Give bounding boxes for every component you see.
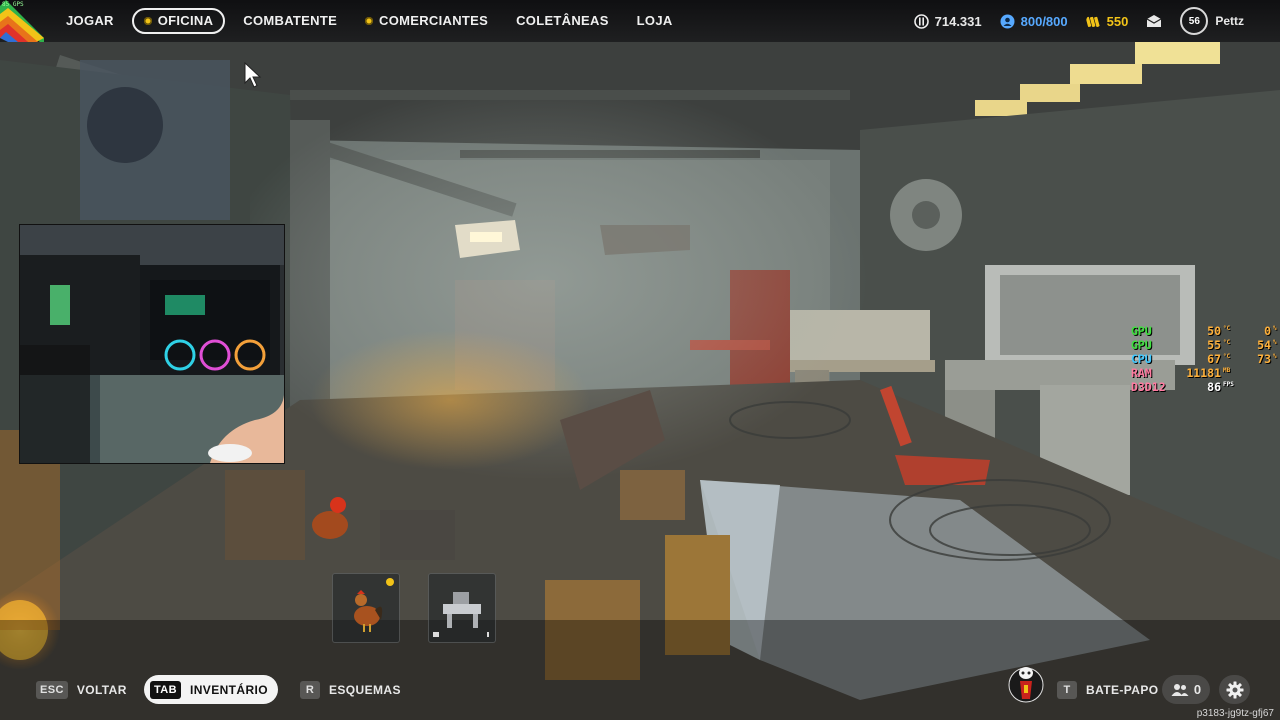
- multibucks-counter[interactable]: 714.331: [913, 13, 982, 29]
- workshop-tokens-counter[interactable]: 800/800: [1000, 14, 1068, 29]
- coins-counter[interactable]: 550: [1085, 13, 1129, 29]
- webcam-feed: [20, 225, 284, 463]
- hw-value: 11181: [1186, 366, 1221, 380]
- coins-icon: [1085, 16, 1100, 27]
- hw-label: RAM: [1131, 366, 1152, 380]
- friends-icon: [1171, 683, 1189, 696]
- nav-loja[interactable]: LOJA: [623, 8, 687, 34]
- hw-unit: %: [1273, 325, 1277, 332]
- key-hint: T: [1057, 681, 1077, 699]
- nav-coletaneas[interactable]: COLETÂNEAS: [502, 8, 623, 34]
- hw-unit: %: [1273, 339, 1277, 346]
- player-level-badge: 56: [1180, 7, 1209, 35]
- nav-comerciantes[interactable]: COMERCIANTES: [351, 8, 502, 34]
- friends-button[interactable]: 0: [1162, 675, 1210, 704]
- notification-dot-icon: [365, 17, 374, 25]
- key-hint: ESC: [36, 681, 68, 699]
- hw-label: GPU: [1131, 324, 1152, 338]
- hw-unit: MB: [1223, 367, 1231, 374]
- schemes-button[interactable]: R ESQUEMAS: [300, 681, 401, 699]
- hw-value: 54: [1257, 338, 1271, 352]
- top-navigation-bar: 85 GPS JOGAR OFICINA COMBATENTE COMERCIA…: [0, 0, 1280, 42]
- hw-unit: °C: [1223, 353, 1231, 360]
- rooster-item-icon: [354, 578, 394, 632]
- player-name: Pettz: [1215, 14, 1244, 28]
- item-slot-workbench[interactable]: [428, 573, 496, 643]
- main-nav: JOGAR OFICINA COMBATENTE COMERCIANTES CO…: [52, 8, 687, 34]
- currency-panel: 714.331 800/800 550 56 Pettz: [913, 0, 1280, 42]
- hw-value: 0: [1264, 324, 1271, 338]
- hw-unit: °C: [1223, 339, 1231, 346]
- player-level: 56: [1188, 15, 1200, 27]
- hw-row-gpu1: GPU 50 °C 0 %: [1131, 324, 1280, 338]
- key-hint: TAB: [150, 680, 181, 699]
- nav-label: OFICINA: [157, 13, 214, 28]
- workshop-token-icon: [1000, 14, 1015, 28]
- nav-label: COMBATENTE: [243, 13, 338, 28]
- mail-icon: [1147, 15, 1162, 27]
- settings-button[interactable]: [1219, 675, 1250, 704]
- nav-label: COLETÂNEAS: [516, 13, 609, 28]
- back-label: VOLTAR: [76, 683, 127, 697]
- nav-oficina[interactable]: OFICINA: [131, 8, 226, 34]
- nav-label: LOJA: [636, 13, 673, 28]
- player-profile[interactable]: 56 Pettz: [1180, 7, 1244, 35]
- nav-combatente[interactable]: COMBATENTE: [229, 8, 351, 34]
- multibucks-icon: [913, 13, 929, 29]
- hw-label: GPU: [1131, 338, 1152, 352]
- mail-button[interactable]: [1146, 14, 1162, 28]
- schemes-label: ESQUEMAS: [329, 683, 401, 697]
- hw-value: 86: [1207, 380, 1221, 394]
- hw-row-fps: D3D12 86 FPS: [1131, 380, 1280, 394]
- hw-value: 67: [1207, 352, 1221, 366]
- hw-row-gpu2: GPU 55 °C 54 %: [1131, 338, 1280, 352]
- inventory-label: INVENTÁRIO: [190, 682, 269, 697]
- hw-unit: FPS: [1223, 381, 1234, 388]
- hw-value: 50: [1207, 324, 1221, 338]
- hw-label: D3D12: [1131, 380, 1166, 394]
- workbench-item-icon: [433, 592, 489, 637]
- notification-dot-icon: [143, 17, 152, 25]
- gear-icon: [1226, 681, 1243, 698]
- webcam-overlay: [19, 224, 285, 464]
- chat-button[interactable]: T BATE-PAPO: [1057, 681, 1159, 699]
- hw-row-ram: RAM 11181 MB: [1131, 366, 1280, 380]
- mouse-cursor-icon: [244, 62, 262, 88]
- nav-jogar[interactable]: JOGAR: [52, 8, 128, 34]
- hw-unit: %: [1273, 353, 1277, 360]
- back-button[interactable]: ESC VOLTAR: [36, 681, 127, 699]
- item-slot-rooster[interactable]: [332, 573, 400, 643]
- nav-label: JOGAR: [66, 13, 114, 28]
- game-logo-stripes: 85 GPS: [0, 0, 44, 42]
- hw-label: CPU: [1131, 352, 1152, 366]
- key-hint: R: [300, 681, 320, 699]
- chat-label: BATE-PAPO: [1086, 683, 1159, 697]
- player-avatar-icon[interactable]: [1008, 663, 1044, 703]
- hardware-monitor-overlay: GPU 50 °C 0 % GPU 55 °C 54 % CPU 67 °C 7…: [1131, 324, 1280, 394]
- hw-value: 73: [1257, 352, 1271, 366]
- coins-value: 550: [1106, 13, 1129, 29]
- session-id: p3183-jg9tz-gfj67: [1196, 708, 1274, 719]
- friends-count: 0: [1193, 682, 1202, 697]
- hw-value: 55: [1207, 338, 1221, 352]
- multibucks-value: 714.331: [934, 13, 982, 29]
- inventory-button[interactable]: TAB INVENTÁRIO: [144, 675, 279, 704]
- hw-unit: °C: [1223, 325, 1231, 332]
- hw-row-cpu: CPU 67 °C 73 %: [1131, 352, 1280, 366]
- workshop-tokens-value: 800/800: [1020, 13, 1068, 29]
- nav-label: COMERCIANTES: [379, 13, 489, 28]
- fps-corner-readout: 85 GPS: [2, 1, 24, 8]
